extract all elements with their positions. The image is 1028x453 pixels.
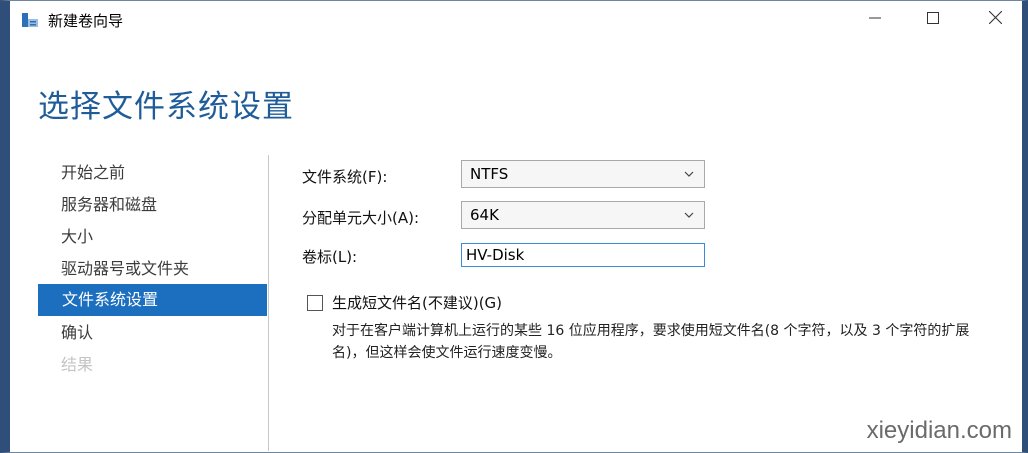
close-button[interactable] <box>972 1 1018 35</box>
filesystem-label: 文件系统(F): <box>302 168 388 186</box>
wizard-header: 选择文件系统设置 <box>10 39 1022 151</box>
nav-item-size[interactable]: 大小 <box>10 221 267 253</box>
minimize-icon <box>869 9 881 28</box>
close-icon <box>988 9 1002 28</box>
nav-divider <box>268 155 269 451</box>
nav-item-confirmation[interactable]: 确认 <box>10 317 267 349</box>
volume-label-input[interactable]: HV-Disk <box>461 243 705 267</box>
filesystem-value: NTFS <box>470 165 509 183</box>
settings-panel: 文件系统(F): NTFS 分配单元大小(A): 64K 卷标(L): HV-D… <box>270 155 1022 451</box>
nav-item-results: 结果 <box>61 355 94 374</box>
wizard-steps-nav: 开始之前 服务器和磁盘 大小 驱动器号或文件夹 文件系统设置 确认 结果 <box>10 155 270 451</box>
nav-item-file-system-settings[interactable]: 文件系统设置 <box>38 284 267 316</box>
nav-item-before-you-begin[interactable]: 开始之前 <box>10 157 267 189</box>
nav-item-drive-letter[interactable]: 驱动器号或文件夹 <box>10 253 267 285</box>
short-names-checkbox[interactable] <box>307 295 323 311</box>
filesystem-select[interactable]: NTFS <box>461 160 705 188</box>
short-names-label[interactable]: 生成短文件名(不建议)(G) <box>332 292 502 313</box>
watermark: xieyidian.com <box>866 417 1012 444</box>
window-title: 新建卷向导 <box>48 12 124 30</box>
volume-label-label: 卷标(L): <box>302 248 358 266</box>
chevron-down-icon <box>684 161 696 187</box>
allocation-value: 64K <box>470 206 499 224</box>
title-bar: 新建卷向导 <box>10 1 1022 39</box>
allocation-unit-select[interactable]: 64K <box>461 201 705 229</box>
nav-item-server-and-disk[interactable]: 服务器和磁盘 <box>10 189 267 221</box>
short-names-description: 对于在客户端计算机上运行的某些 16 位应用程序，要求使用短文件名(8 个字符，… <box>332 323 970 361</box>
chevron-down-icon <box>684 202 696 228</box>
maximize-icon <box>927 9 939 28</box>
allocation-label: 分配单元大小(A): <box>302 209 420 227</box>
maximize-button[interactable] <box>910 1 956 35</box>
page-title: 选择文件系统设置 <box>38 89 294 125</box>
disk-wizard-icon <box>21 11 39 29</box>
minimize-button[interactable] <box>852 1 898 35</box>
